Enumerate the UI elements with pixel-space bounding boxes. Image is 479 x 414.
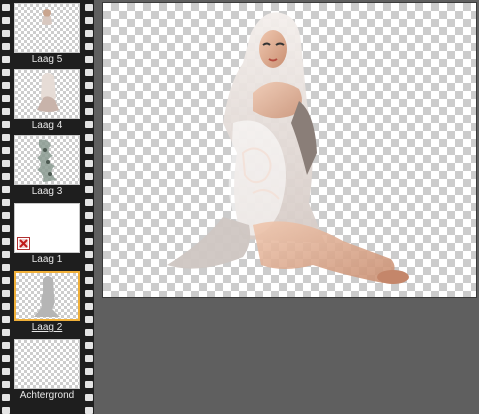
film-perforation-hole: [2, 238, 10, 245]
layer-thumbnail: [14, 271, 80, 321]
film-perforation-hole: [85, 43, 93, 50]
film-perforation-hole: [2, 186, 10, 193]
film-perforation-right: [84, 0, 94, 414]
film-perforation-hole: [2, 43, 10, 50]
film-perforation-hole: [85, 303, 93, 310]
film-perforation-hole: [85, 225, 93, 232]
film-perforation-hole: [2, 173, 10, 180]
film-perforation-hole: [85, 329, 93, 336]
film-perforation-hole: [85, 316, 93, 323]
film-perforation-hole: [85, 82, 93, 89]
layer-thumbnail: [14, 339, 80, 389]
film-perforation-hole: [2, 4, 10, 11]
film-perforation-hole: [2, 355, 10, 362]
film-perforation-hole: [85, 407, 93, 414]
film-perforation-left: [1, 0, 11, 414]
film-perforation-hole: [2, 251, 10, 258]
film-perforation-hole: [85, 342, 93, 349]
film-perforation-hole: [2, 342, 10, 349]
layer-thumbnail: [14, 3, 80, 53]
film-perforation-hole: [85, 251, 93, 258]
film-perforation-hole: [2, 30, 10, 37]
layer-name: Laag 2: [31, 322, 63, 333]
film-perforation-hole: [2, 290, 10, 297]
film-perforation-hole: [2, 160, 10, 167]
film-perforation-hole: [2, 368, 10, 375]
film-perforation-hole: [85, 56, 93, 63]
film-perforation-hole: [85, 17, 93, 24]
film-perforation-hole: [2, 264, 10, 271]
film-perforation-hole: [85, 108, 93, 115]
film-perforation-hole: [2, 212, 10, 219]
film-perforation-hole: [85, 199, 93, 206]
layer-item-laag-3[interactable]: Laag 3: [12, 132, 82, 198]
film-perforation-hole: [85, 160, 93, 167]
film-perforation-hole: [85, 264, 93, 271]
layer-thumbnail: [14, 135, 80, 185]
film-perforation-hole: [85, 381, 93, 388]
film-perforation-hole: [2, 17, 10, 24]
film-perforation-hole: [2, 108, 10, 115]
film-perforation-hole: [2, 69, 10, 76]
film-perforation-hole: [85, 355, 93, 362]
film-perforation-hole: [85, 290, 93, 297]
document-canvas[interactable]: [102, 2, 477, 298]
layer-item-laag-5[interactable]: Laag 5: [12, 0, 82, 66]
layer-name: Laag 1: [31, 254, 63, 265]
film-perforation-hole: [2, 407, 10, 414]
film-perforation-hole: [85, 368, 93, 375]
film-perforation-hole: [2, 316, 10, 323]
film-perforation-hole: [2, 147, 10, 154]
layer-name: Laag 5: [31, 54, 63, 65]
film-perforation-hole: [85, 69, 93, 76]
layer-item-laag-2[interactable]: Laag 2: [12, 268, 82, 334]
film-perforation-hole: [2, 82, 10, 89]
layer-item-achtergrond[interactable]: Achtergrond: [12, 336, 82, 402]
film-perforation-hole: [85, 394, 93, 401]
layer-name: Achtergrond: [19, 390, 75, 401]
layers-panel: Laag 5 Laag 4 Laag 3 Laag 1 Laag 2 Achte…: [0, 0, 94, 414]
transparency-canvas[interactable]: [103, 3, 476, 297]
film-perforation-hole: [85, 147, 93, 154]
film-perforation-hole: [85, 4, 93, 11]
layer-item-laag-4[interactable]: Laag 4: [12, 66, 82, 132]
film-perforation-hole: [85, 277, 93, 284]
film-perforation-hole: [2, 199, 10, 206]
film-perforation-hole: [85, 30, 93, 37]
film-perforation-hole: [2, 121, 10, 128]
film-perforation-hole: [2, 95, 10, 102]
film-perforation-hole: [2, 381, 10, 388]
film-perforation-hole: [2, 394, 10, 401]
film-perforation-hole: [85, 238, 93, 245]
film-perforation-hole: [2, 329, 10, 336]
layer-name: Laag 4: [31, 120, 63, 131]
film-perforation-hole: [2, 303, 10, 310]
layer-name: Laag 3: [31, 186, 63, 197]
film-perforation-hole: [85, 186, 93, 193]
film-perforation-hole: [85, 173, 93, 180]
layer-thumbnail: [14, 69, 80, 119]
layer-item-laag-1[interactable]: Laag 1: [12, 200, 82, 266]
film-perforation-hole: [2, 225, 10, 232]
film-perforation-hole: [2, 277, 10, 284]
mask-disabled-icon[interactable]: [17, 237, 30, 250]
film-perforation-hole: [85, 121, 93, 128]
layer-thumbnail: [14, 203, 80, 253]
film-perforation-hole: [2, 56, 10, 63]
film-perforation-hole: [85, 212, 93, 219]
film-perforation-hole: [85, 134, 93, 141]
film-perforation-hole: [85, 95, 93, 102]
film-perforation-hole: [2, 134, 10, 141]
woman-in-veil-image: [167, 12, 409, 284]
